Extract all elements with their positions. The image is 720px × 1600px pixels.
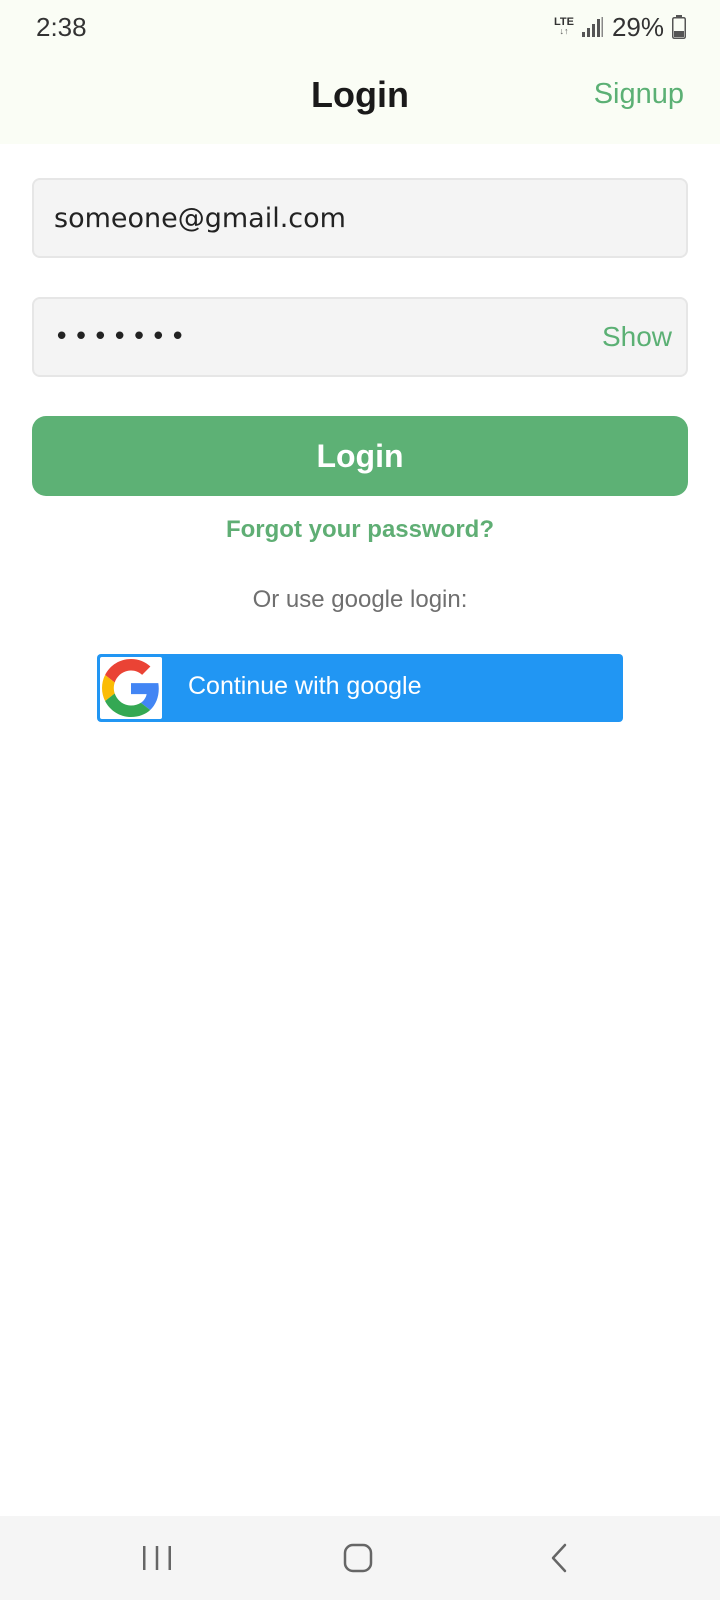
email-input[interactable] [54,180,594,256]
login-button-label: Login [316,437,404,474]
home-icon [343,1543,373,1573]
google-logo-container [100,657,162,719]
recent-apps-button[interactable] [135,1538,179,1578]
continue-with-google-button[interactable]: Continue with google [97,654,623,722]
signal-icon [581,17,603,37]
status-bar: 2:38 LTE ↓↑ 29% [0,0,720,56]
google-login-hint: Or use google login: [252,586,468,613]
email-field[interactable] [32,178,688,258]
recent-apps-icon [143,1546,171,1570]
app-header: Login Signup [0,56,720,144]
lte-icon: LTE ↓↑ [554,17,574,36]
data-arrows-icon: ↓↑ [559,26,569,36]
signup-link[interactable]: Signup [594,78,684,111]
back-button[interactable] [538,1538,582,1578]
system-navigation-bar [0,1516,720,1600]
battery-icon [672,15,686,39]
home-button[interactable] [336,1538,380,1578]
status-time: 2:38 [36,12,87,42]
google-button-label: Continue with google [188,672,422,700]
password-field[interactable]: Show [32,297,688,377]
back-icon [551,1543,567,1573]
login-button[interactable]: Login [32,416,688,496]
status-icons: LTE ↓↑ 29% [554,12,686,42]
battery-percentage: 29% [611,11,664,42]
password-input[interactable] [54,299,594,375]
show-password-toggle[interactable]: Show [602,321,672,353]
google-g-logo-icon [102,659,159,717]
forgot-password-link[interactable]: Forgot your password? [0,516,720,544]
